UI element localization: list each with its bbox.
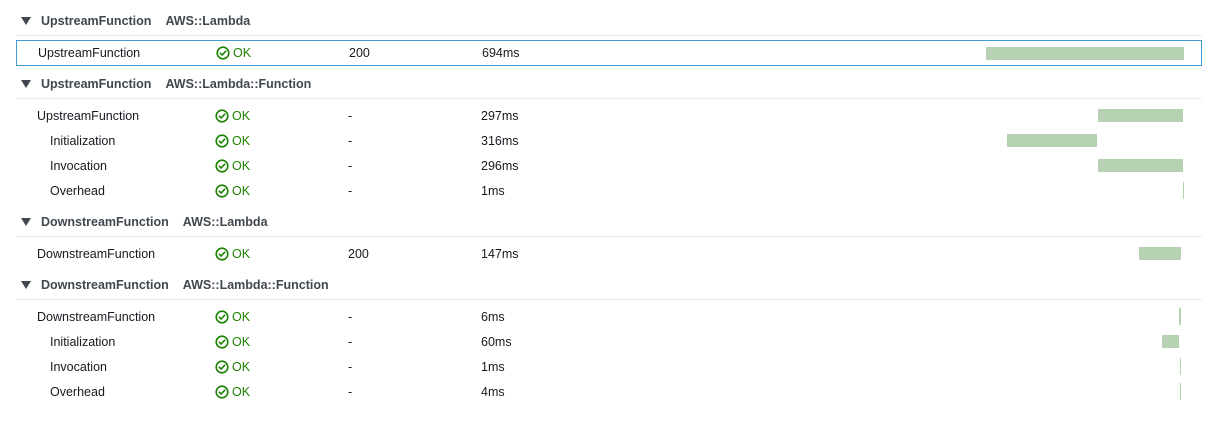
caret-down-icon[interactable] bbox=[21, 217, 31, 227]
group-header[interactable]: DownstreamFunction AWS::Lambda bbox=[16, 207, 1202, 237]
group-type: AWS::Lambda bbox=[182, 214, 268, 229]
segment-row[interactable]: UpstreamFunction OK -297ms bbox=[16, 103, 1202, 128]
segment-row[interactable]: Invocation OK -1ms bbox=[16, 354, 1202, 379]
timeline-bar[interactable] bbox=[986, 47, 1184, 60]
timeline-track bbox=[16, 153, 1202, 178]
timeline-track bbox=[16, 304, 1202, 329]
segment-row[interactable]: UpstreamFunction OK 200 694ms bbox=[16, 40, 1202, 66]
timeline-track bbox=[16, 354, 1202, 379]
timeline-track bbox=[16, 178, 1202, 203]
group-name: DownstreamFunction bbox=[41, 214, 169, 229]
group-name: UpstreamFunction bbox=[41, 76, 152, 91]
segment-row[interactable]: DownstreamFunction OK -6ms bbox=[16, 304, 1202, 329]
timeline-track bbox=[16, 128, 1202, 153]
segment-row[interactable]: Overhead OK -4ms bbox=[16, 379, 1202, 404]
timeline-bar[interactable] bbox=[1179, 358, 1182, 375]
caret-down-icon[interactable] bbox=[21, 16, 31, 26]
timeline-track bbox=[16, 103, 1202, 128]
timeline-bar[interactable] bbox=[1097, 109, 1183, 122]
timeline-bar[interactable] bbox=[1179, 308, 1181, 325]
caret-down-icon[interactable] bbox=[21, 79, 31, 89]
timeline-bar[interactable] bbox=[1179, 383, 1182, 400]
segment-row[interactable]: DownstreamFunction OK 200 147ms bbox=[16, 241, 1202, 266]
group-type: AWS::Lambda bbox=[165, 13, 251, 28]
group-header[interactable]: UpstreamFunction AWS::Lambda::Function bbox=[16, 69, 1202, 99]
group-name: UpstreamFunction bbox=[41, 13, 152, 28]
timeline-bar[interactable] bbox=[1098, 159, 1183, 172]
timeline-bar[interactable] bbox=[1161, 335, 1179, 348]
segment-row[interactable]: Initialization OK -60ms bbox=[16, 329, 1202, 354]
timeline-track bbox=[17, 41, 1203, 65]
timeline-bar[interactable] bbox=[1006, 134, 1097, 147]
group-type: AWS::Lambda::Function bbox=[182, 277, 329, 292]
timeline-bar[interactable] bbox=[1139, 247, 1181, 260]
timeline-track bbox=[16, 241, 1202, 266]
timeline-track bbox=[16, 379, 1202, 404]
segment-row[interactable]: Overhead OK -1ms bbox=[16, 178, 1202, 203]
group-header[interactable]: DownstreamFunction AWS::Lambda::Function bbox=[16, 270, 1202, 300]
segment-row[interactable]: Invocation OK -296ms bbox=[16, 153, 1202, 178]
timeline-bar[interactable] bbox=[1182, 182, 1185, 199]
caret-down-icon[interactable] bbox=[21, 280, 31, 290]
group-type: AWS::Lambda::Function bbox=[165, 76, 312, 91]
group-header[interactable]: UpstreamFunction AWS::Lambda bbox=[16, 6, 1202, 36]
group-name: DownstreamFunction bbox=[41, 277, 169, 292]
timeline-track bbox=[16, 329, 1202, 354]
segment-row[interactable]: Initialization OK -316ms bbox=[16, 128, 1202, 153]
trace-timeline: UpstreamFunction AWS::Lambda UpstreamFunct… bbox=[0, 0, 1218, 432]
